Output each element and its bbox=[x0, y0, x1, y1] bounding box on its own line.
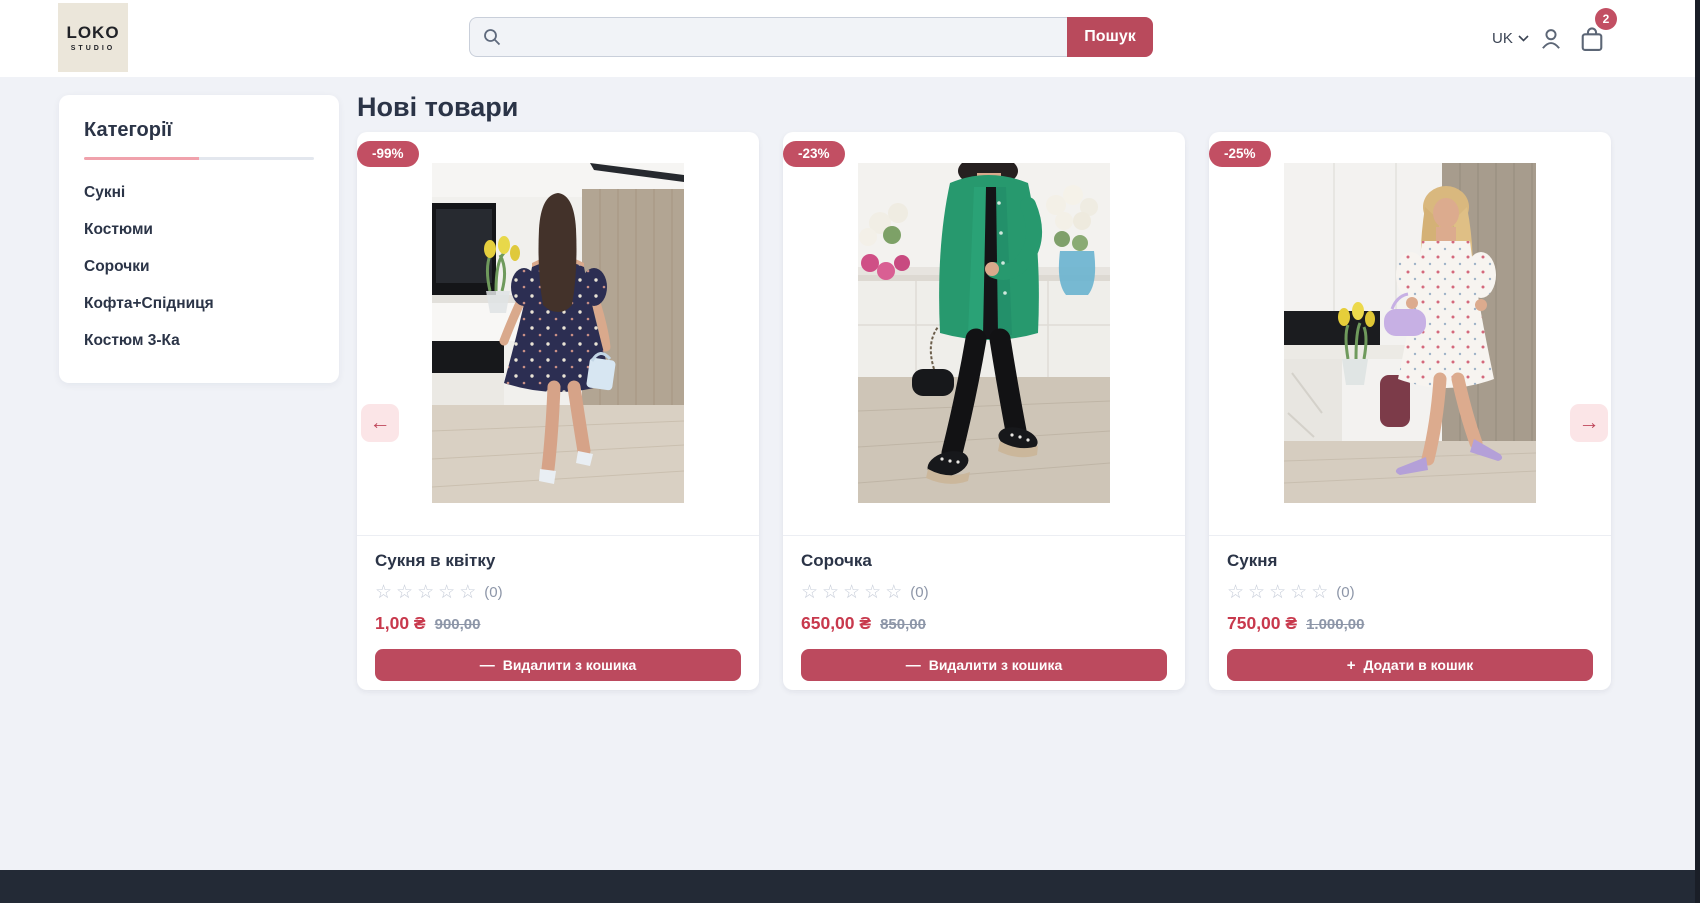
cart-action-label: Видалити з кошика bbox=[929, 657, 1063, 673]
star-icon: ☆ bbox=[1227, 583, 1244, 602]
star-icon: ☆ bbox=[843, 583, 860, 602]
old-price: 900,00 bbox=[435, 616, 481, 633]
logo[interactable]: LOKO STUDIO bbox=[58, 3, 128, 72]
discount-badge: -99% bbox=[357, 141, 419, 167]
star-icon: ☆ bbox=[438, 583, 455, 602]
rating-count: (0) bbox=[1336, 584, 1354, 601]
product-info: Сукня в квітку ☆ ☆ ☆ ☆ ☆ (0) 1,00 ₴ 900,… bbox=[357, 536, 759, 681]
cart-count-badge: 2 bbox=[1595, 8, 1617, 30]
logo-subtitle: STUDIO bbox=[71, 45, 115, 52]
product-carousel: -99% bbox=[357, 132, 1611, 690]
scrollbar[interactable] bbox=[1695, 0, 1700, 903]
sidebar-item-suit-3[interactable]: Костюм 3-Ка bbox=[84, 322, 314, 359]
remove-from-cart-button[interactable]: — Видалити з кошика bbox=[375, 649, 741, 681]
star-icon: ☆ bbox=[375, 583, 392, 602]
product-name[interactable]: Сукня bbox=[1227, 551, 1593, 571]
product-card: -23% bbox=[783, 132, 1185, 690]
account-button[interactable] bbox=[1538, 25, 1566, 53]
star-icon: ☆ bbox=[417, 583, 434, 602]
current-price: 1,00 ₴ bbox=[375, 613, 426, 634]
rating-count: (0) bbox=[484, 584, 502, 601]
star-icon: ☆ bbox=[1248, 583, 1265, 602]
product-photo[interactable] bbox=[1209, 132, 1611, 536]
add-to-cart-button[interactable]: + Додати в кошик bbox=[1227, 649, 1593, 681]
product-rating: ☆ ☆ ☆ ☆ ☆ (0) bbox=[375, 583, 741, 602]
minus-icon: — bbox=[480, 658, 495, 673]
price-row: 650,00 ₴ 850,00 bbox=[801, 613, 1167, 634]
discount-badge: -25% bbox=[1209, 141, 1271, 167]
minus-icon: — bbox=[906, 658, 921, 673]
user-icon bbox=[1538, 26, 1566, 52]
sidebar-item-suits[interactable]: Костюми bbox=[84, 211, 314, 248]
cart-action-label: Видалити з кошика bbox=[503, 657, 637, 673]
plus-icon: + bbox=[1347, 658, 1356, 673]
carousel-prev-button[interactable]: ← bbox=[361, 404, 399, 442]
star-icon: ☆ bbox=[822, 583, 839, 602]
search-button[interactable]: Пошук bbox=[1067, 17, 1153, 57]
star-icon: ☆ bbox=[801, 583, 818, 602]
product-name[interactable]: Сукня в квітку bbox=[375, 551, 741, 571]
product-name[interactable]: Сорочка bbox=[801, 551, 1167, 571]
product-card: -99% bbox=[357, 132, 759, 690]
language-code: UK bbox=[1492, 30, 1513, 47]
carousel-next-button[interactable]: → bbox=[1570, 404, 1608, 442]
product-rating: ☆ ☆ ☆ ☆ ☆ (0) bbox=[801, 583, 1167, 602]
product-photo[interactable] bbox=[783, 132, 1185, 536]
header: LOKO STUDIO Пошук UK bbox=[0, 0, 1700, 77]
cart-button[interactable]: 2 bbox=[1578, 24, 1608, 55]
old-price: 1.000,00 bbox=[1306, 616, 1364, 633]
star-icon: ☆ bbox=[1269, 583, 1286, 602]
discount-badge: -23% bbox=[783, 141, 845, 167]
categories-panel: Категорії Сукні Костюми Сорочки Кофта+Сп… bbox=[59, 95, 339, 383]
logo-title: LOKO bbox=[66, 23, 119, 43]
search-bar: Пошук bbox=[469, 17, 1153, 57]
current-price: 750,00 ₴ bbox=[1227, 613, 1297, 634]
price-row: 750,00 ₴ 1.000,00 bbox=[1227, 613, 1593, 634]
star-icon: ☆ bbox=[864, 583, 881, 602]
star-icon: ☆ bbox=[885, 583, 902, 602]
product-info: Сукня ☆ ☆ ☆ ☆ ☆ (0) 750,00 ₴ 1.000,00 + … bbox=[1209, 536, 1611, 681]
product-rating: ☆ ☆ ☆ ☆ ☆ (0) bbox=[1227, 583, 1593, 602]
product-card: -25% bbox=[1209, 132, 1611, 690]
sidebar-item-dresses[interactable]: Сукні bbox=[84, 174, 314, 211]
sidebar-item-shirts[interactable]: Сорочки bbox=[84, 248, 314, 285]
categories-list: Сукні Костюми Сорочки Кофта+Спідниця Кос… bbox=[84, 174, 314, 359]
search-input[interactable] bbox=[469, 17, 1067, 57]
product-info: Сорочка ☆ ☆ ☆ ☆ ☆ (0) 650,00 ₴ 850,00 — … bbox=[783, 536, 1185, 681]
page-title: Нові товари bbox=[357, 92, 518, 123]
star-icon: ☆ bbox=[396, 583, 413, 602]
language-selector[interactable]: UK bbox=[1492, 0, 1529, 77]
chevron-down-icon bbox=[1518, 35, 1529, 42]
star-icon: ☆ bbox=[459, 583, 476, 602]
cart-action-label: Додати в кошик bbox=[1364, 657, 1474, 673]
rating-count: (0) bbox=[910, 584, 928, 601]
categories-title: Категорії bbox=[84, 119, 314, 142]
sidebar-item-top-skirt[interactable]: Кофта+Спідниця bbox=[84, 285, 314, 322]
star-icon: ☆ bbox=[1290, 583, 1307, 602]
remove-from-cart-button[interactable]: — Видалити з кошика bbox=[801, 649, 1167, 681]
star-icon: ☆ bbox=[1311, 583, 1328, 602]
search-icon bbox=[481, 26, 503, 48]
product-photo[interactable] bbox=[357, 132, 759, 536]
price-row: 1,00 ₴ 900,00 bbox=[375, 613, 741, 634]
current-price: 650,00 ₴ bbox=[801, 613, 871, 634]
old-price: 850,00 bbox=[880, 616, 926, 633]
categories-divider bbox=[84, 157, 314, 160]
footer bbox=[0, 870, 1700, 903]
